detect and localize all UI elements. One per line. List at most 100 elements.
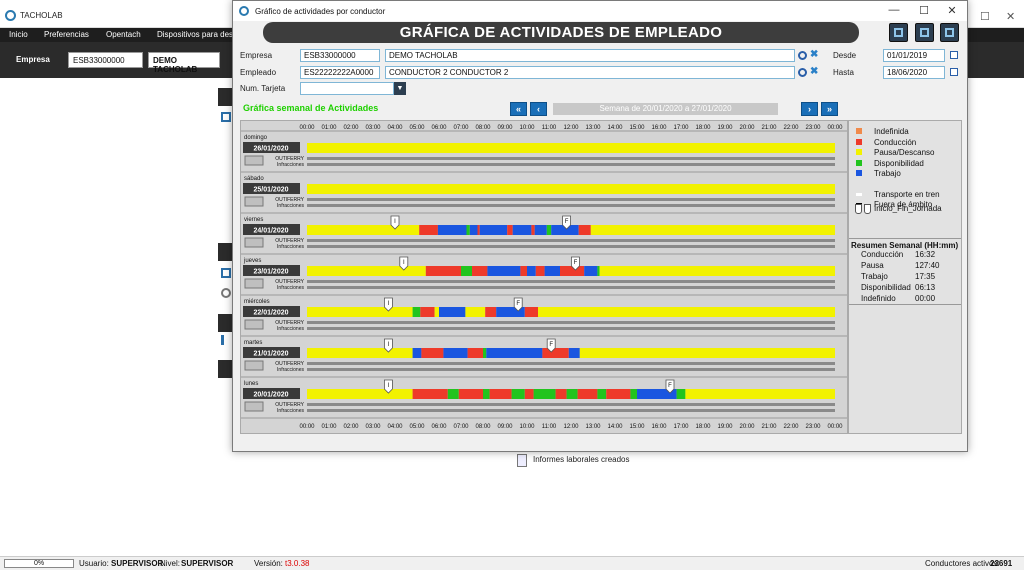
page-title: GRÁFICA DE ACTIVIDADES DE EMPLEADO [263, 22, 859, 43]
hour-tick-label: 06:00 [431, 424, 447, 430]
activity-segment [555, 389, 567, 399]
hour-tick-label: 08:00 [475, 125, 491, 131]
desde-date-input[interactable]: 01/01/2019 [883, 49, 945, 62]
building-icon[interactable] [221, 268, 231, 278]
empresa-name-field[interactable]: DEMO TACHOLAB [148, 52, 220, 74]
activity-segment [420, 307, 435, 317]
summary-label: Conducción [861, 250, 904, 259]
first-week-button[interactable]: « [510, 102, 527, 116]
activity-segment [485, 307, 497, 317]
marker-label: F [574, 260, 578, 266]
activity-segment [425, 266, 461, 276]
menu-opentach[interactable]: Opentach [106, 30, 141, 39]
hour-tick-label: 02:00 [343, 125, 359, 131]
search-icon[interactable] [798, 51, 807, 60]
empresa-code-field[interactable]: ESB33000000 [68, 52, 143, 68]
activity-segment [527, 266, 536, 276]
activity-chart: 00:00 00:00 01:00 01:00 02:00 02:00 03:00 03:00… [240, 120, 848, 434]
activity-segment [524, 389, 534, 399]
empleado-label: Empleado [240, 68, 277, 77]
report-icon[interactable] [517, 454, 527, 467]
app-logo-icon [5, 10, 16, 21]
activity-segment [447, 389, 459, 399]
version-value: t3.0.38 [285, 559, 310, 568]
search-icon[interactable] [798, 68, 807, 77]
conductores-value: 23691 [990, 559, 1013, 568]
legend-swatch [856, 128, 862, 134]
list-icon[interactable] [221, 335, 231, 345]
hour-tick-label: 21:00 [761, 424, 777, 430]
row-sub-label: Infracciones [277, 203, 304, 209]
activity-segment [606, 389, 631, 399]
activity-segment [511, 389, 525, 399]
status-bar: 0% Usuario: SUPERVISOR Nivel: SUPERVISOR… [0, 556, 1024, 570]
calendar-icon[interactable] [950, 68, 958, 76]
hour-tick-label: 16:00 [651, 424, 667, 430]
menu-dispositivos[interactable]: Dispositivos para des [157, 30, 233, 39]
tarjeta-select[interactable] [300, 82, 394, 95]
user-icon[interactable] [221, 288, 231, 298]
last-week-button[interactable]: » [821, 102, 838, 116]
hour-tick-label: 12:00 [563, 125, 579, 131]
infracciones-track [307, 327, 835, 330]
dialog-logo-icon [239, 6, 249, 16]
row-toggle-button [244, 360, 264, 371]
empleado-name-input[interactable]: CONDUCTOR 2 CONDUCTOR 2 [385, 66, 795, 79]
activity-segment [465, 307, 486, 317]
hour-tick-label: 14:00 [607, 424, 623, 430]
day-date-label: 21/01/2020 [253, 351, 288, 358]
empleado-code-input[interactable]: ES22222222A0000 [300, 66, 380, 79]
progress-bar: 0% [4, 559, 74, 568]
graph-title: Gráfica semanal de Actividades [243, 103, 379, 113]
activity-segment [467, 348, 483, 358]
activity-segment [568, 348, 580, 358]
empresa-name-input[interactable]: DEMO TACHOLAB [385, 49, 795, 62]
summary-value: 06:13 [915, 283, 936, 292]
hour-tick-label: 11:00 [542, 125, 557, 131]
summary-row: Disponibilidad 06:13 [861, 283, 957, 292]
refresh-button[interactable] [889, 23, 908, 42]
calendar-icon[interactable] [950, 51, 958, 59]
menu-preferencias[interactable]: Preferencias [44, 30, 89, 39]
summary-value: 00:00 [915, 294, 936, 303]
clear-icon[interactable]: ✖ [810, 49, 818, 60]
maximize-icon[interactable]: ☐ [913, 4, 935, 18]
day-date-label: 24/01/2020 [253, 228, 288, 235]
clear-icon[interactable]: ✖ [810, 66, 818, 77]
hour-tick-label: 15:00 [629, 125, 645, 131]
minimize-icon[interactable]: — [883, 4, 905, 18]
maximize-icon[interactable]: ☐ [980, 10, 990, 23]
next-week-button[interactable]: › [801, 102, 818, 116]
outiferry-track [307, 321, 835, 324]
side-block [218, 88, 232, 106]
hour-tick-label: 07:00 [453, 125, 469, 131]
empresa-code-input[interactable]: ESB33000000 [300, 49, 380, 62]
activity-segment [461, 266, 472, 276]
activity-segment [590, 225, 835, 235]
day-name-label: martes [244, 340, 262, 346]
informes-link[interactable]: Informes laborales creados [533, 455, 630, 464]
day-date-label: 23/01/2020 [253, 269, 288, 276]
hour-tick-label: 03:00 [365, 125, 381, 131]
hour-tick-label: 09:00 [497, 125, 513, 131]
end-marker-icon [864, 204, 871, 214]
hour-tick-label: 13:00 [585, 125, 601, 131]
chevron-down-icon[interactable]: ▼ [394, 82, 406, 95]
hasta-date-input[interactable]: 18/06/2020 [883, 66, 945, 79]
hour-tick-label: 10:00 [519, 424, 535, 430]
close-icon[interactable]: ✕ [941, 4, 963, 18]
activity-segment [479, 225, 508, 235]
activity-segment [483, 389, 490, 399]
activity-segment [531, 225, 535, 235]
menu-inicio[interactable]: Inicio [9, 30, 28, 39]
activity-segment [544, 266, 560, 276]
day-date-label: 26/01/2020 [253, 146, 288, 153]
activity-segment [466, 225, 470, 235]
close-icon[interactable]: ✕ [1006, 10, 1015, 23]
building-icon[interactable] [221, 112, 231, 122]
prev-week-button[interactable]: ‹ [530, 102, 547, 116]
save-button[interactable] [915, 23, 934, 42]
summary-value: 127:40 [915, 261, 940, 270]
folder-button[interactable] [940, 23, 959, 42]
hour-tick-label: 12:00 [563, 424, 579, 430]
